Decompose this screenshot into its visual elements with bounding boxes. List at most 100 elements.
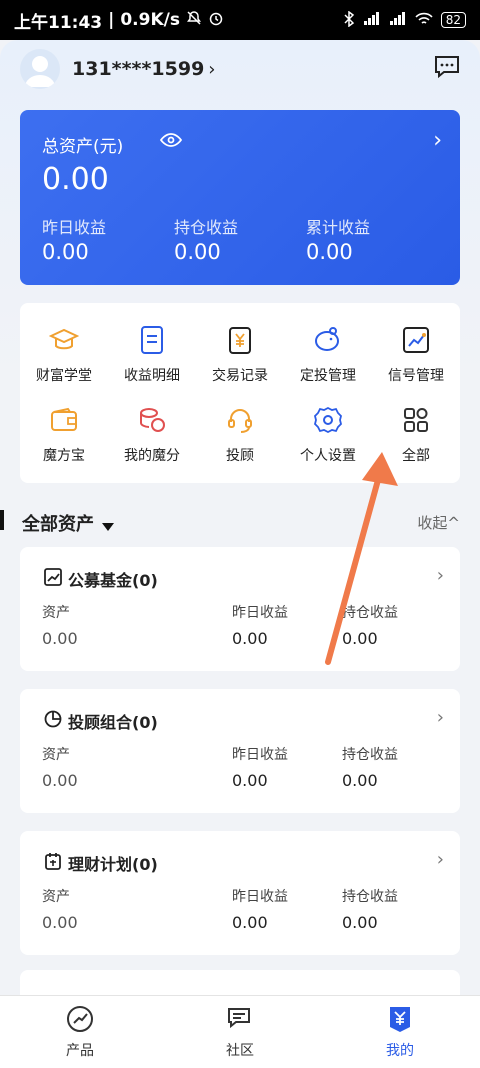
menu-item-advisor[interactable]: 投顾 (196, 403, 284, 465)
my-page: 131****1599 › 总资产(元) › 0.00 昨日收益 持仓收益 累计… (0, 40, 480, 995)
all-assets-header: 全部资产 收起^ (0, 500, 480, 542)
menu-item-my-points[interactable]: 我的魔分 (108, 403, 196, 465)
tab-label: 产品 (66, 1043, 94, 1059)
menu-label: 全部 (402, 448, 430, 464)
trend-circle-icon (40, 1004, 120, 1034)
holding-earnings-label: 持仓收益 (174, 218, 239, 237)
fund-title: 投顾组合(0) (44, 709, 158, 733)
total-asset-value: 0.00 (42, 162, 109, 197)
document-icon (108, 323, 196, 357)
tab-products[interactable]: 产品 (40, 1004, 120, 1060)
message-icon[interactable] (434, 55, 460, 83)
calendar-icon (44, 852, 62, 874)
status-time: 上午11:43 (14, 12, 103, 33)
coins-icon (108, 403, 196, 437)
graduation-cap-icon (20, 323, 108, 357)
wallet-icon (20, 403, 108, 437)
username[interactable]: 131****1599 (72, 58, 204, 80)
menu-item-trade-records[interactable]: 交易记录 (196, 323, 284, 385)
asset-value: 0.00 (42, 629, 78, 648)
trend-icon (44, 568, 62, 590)
status-left: 上午11:43 | 0.9K/s (14, 8, 224, 33)
piggy-bank-icon (284, 323, 372, 357)
tab-label: 我的 (386, 1043, 414, 1059)
asset-label: 资产 (42, 747, 70, 763)
chevron-right-icon: › (208, 58, 216, 80)
asset-label: 资产 (42, 605, 70, 621)
fund-title-text: 理财计划(0) (68, 855, 158, 874)
menu-item-personal-settings[interactable]: 个人设置 (284, 403, 372, 465)
fund-title: 公募基金(0) (44, 567, 158, 591)
status-right: 82 (343, 10, 466, 30)
profile-row[interactable]: 131****1599 › (20, 46, 460, 92)
tab-label: 社区 (226, 1043, 254, 1059)
eye-icon[interactable] (159, 132, 183, 152)
fund-title: 理财计划(0) (44, 851, 158, 875)
menu-label: 财富学堂 (36, 368, 92, 384)
fund-title-text: 公募基金(0) (68, 571, 158, 590)
caret-down-icon[interactable] (102, 516, 114, 535)
menu-label: 个人设置 (300, 448, 356, 464)
chevron-right-icon[interactable]: › (433, 128, 442, 153)
bottom-tab-bar: 产品 社区 我的 (0, 995, 480, 1068)
yesterday-label: 昨日收益 (232, 605, 288, 621)
yesterday-value: 0.00 (232, 913, 268, 932)
fund-card-partial (20, 970, 460, 995)
menu-item-mofangbao[interactable]: 魔方宝 (20, 403, 108, 465)
total-asset-card[interactable]: 总资产(元) › 0.00 昨日收益 持仓收益 累计收益 0.00 0.00 0… (20, 110, 460, 285)
section-title[interactable]: 全部资产 (22, 510, 94, 536)
yuan-shield-icon (360, 1004, 440, 1034)
holding-value: 0.00 (342, 913, 378, 932)
signal-icon-2 (389, 11, 407, 29)
section-indicator (0, 510, 4, 530)
tab-community[interactable]: 社区 (200, 1004, 280, 1060)
fund-card-public[interactable]: 公募基金(0) › 资产 昨日收益 持仓收益 0.00 0.00 0.00 (20, 547, 460, 671)
fund-card-advisor-portfolio[interactable]: 投顾组合(0) › 资产 昨日收益 持仓收益 0.00 0.00 0.00 (20, 689, 460, 813)
wifi-icon (415, 12, 433, 29)
yesterday-label: 昨日收益 (232, 889, 288, 905)
holding-value: 0.00 (342, 771, 378, 790)
yesterday-value: 0.00 (232, 771, 268, 790)
menu-label: 定投管理 (300, 368, 356, 384)
alarm-icon (208, 10, 224, 31)
pie-icon (44, 710, 62, 732)
chevron-right-icon[interactable]: › (437, 707, 444, 728)
shortcut-menu: 财富学堂 收益明细 交易记录 定投管理 信号管理 魔方宝 我的魔分 投顾 个人设… (20, 303, 460, 483)
chart-signal-icon (372, 323, 460, 357)
yesterday-earnings-label: 昨日收益 (42, 218, 107, 237)
battery-icon: 82 (440, 12, 466, 28)
asset-label: 资产 (42, 889, 70, 905)
fund-card-wealth-plan[interactable]: 理财计划(0) › 资产 昨日收益 持仓收益 0.00 0.00 0.00 (20, 831, 460, 955)
status-speed: 0.9K/s (120, 10, 180, 30)
collapse-button[interactable]: 收起^ (417, 512, 460, 533)
yesterday-earnings-value: 0.00 (42, 240, 89, 264)
chat-icon (200, 1004, 280, 1034)
asset-value: 0.00 (42, 771, 78, 790)
menu-label: 投顾 (226, 448, 254, 464)
tab-mine[interactable]: 我的 (360, 1004, 440, 1060)
menu-label: 收益明细 (124, 368, 180, 384)
yesterday-label: 昨日收益 (232, 747, 288, 763)
grid-icon (372, 403, 460, 437)
holding-value: 0.00 (342, 629, 378, 648)
menu-label: 信号管理 (388, 368, 444, 384)
yuan-receipt-icon (196, 323, 284, 357)
menu-item-earnings-detail[interactable]: 收益明细 (108, 323, 196, 385)
headset-icon (196, 403, 284, 437)
menu-label: 魔方宝 (43, 448, 85, 464)
signal-icon (363, 11, 381, 29)
status-divider: | (108, 10, 115, 30)
menu-item-auto-invest[interactable]: 定投管理 (284, 323, 372, 385)
fund-title-text: 投顾组合(0) (68, 713, 158, 732)
total-asset-label: 总资产(元) (42, 137, 124, 157)
menu-item-all[interactable]: 全部 (372, 403, 460, 465)
chevron-right-icon[interactable]: › (437, 849, 444, 870)
avatar[interactable] (20, 49, 60, 89)
menu-item-wealth-school[interactable]: 财富学堂 (20, 323, 108, 385)
chevron-right-icon[interactable]: › (437, 565, 444, 586)
status-bar: 上午11:43 | 0.9K/s 82 (0, 0, 480, 40)
asset-value: 0.00 (42, 913, 78, 932)
menu-label: 我的魔分 (124, 448, 180, 464)
holding-label: 持仓收益 (342, 889, 398, 905)
menu-item-signal-management[interactable]: 信号管理 (372, 323, 460, 385)
